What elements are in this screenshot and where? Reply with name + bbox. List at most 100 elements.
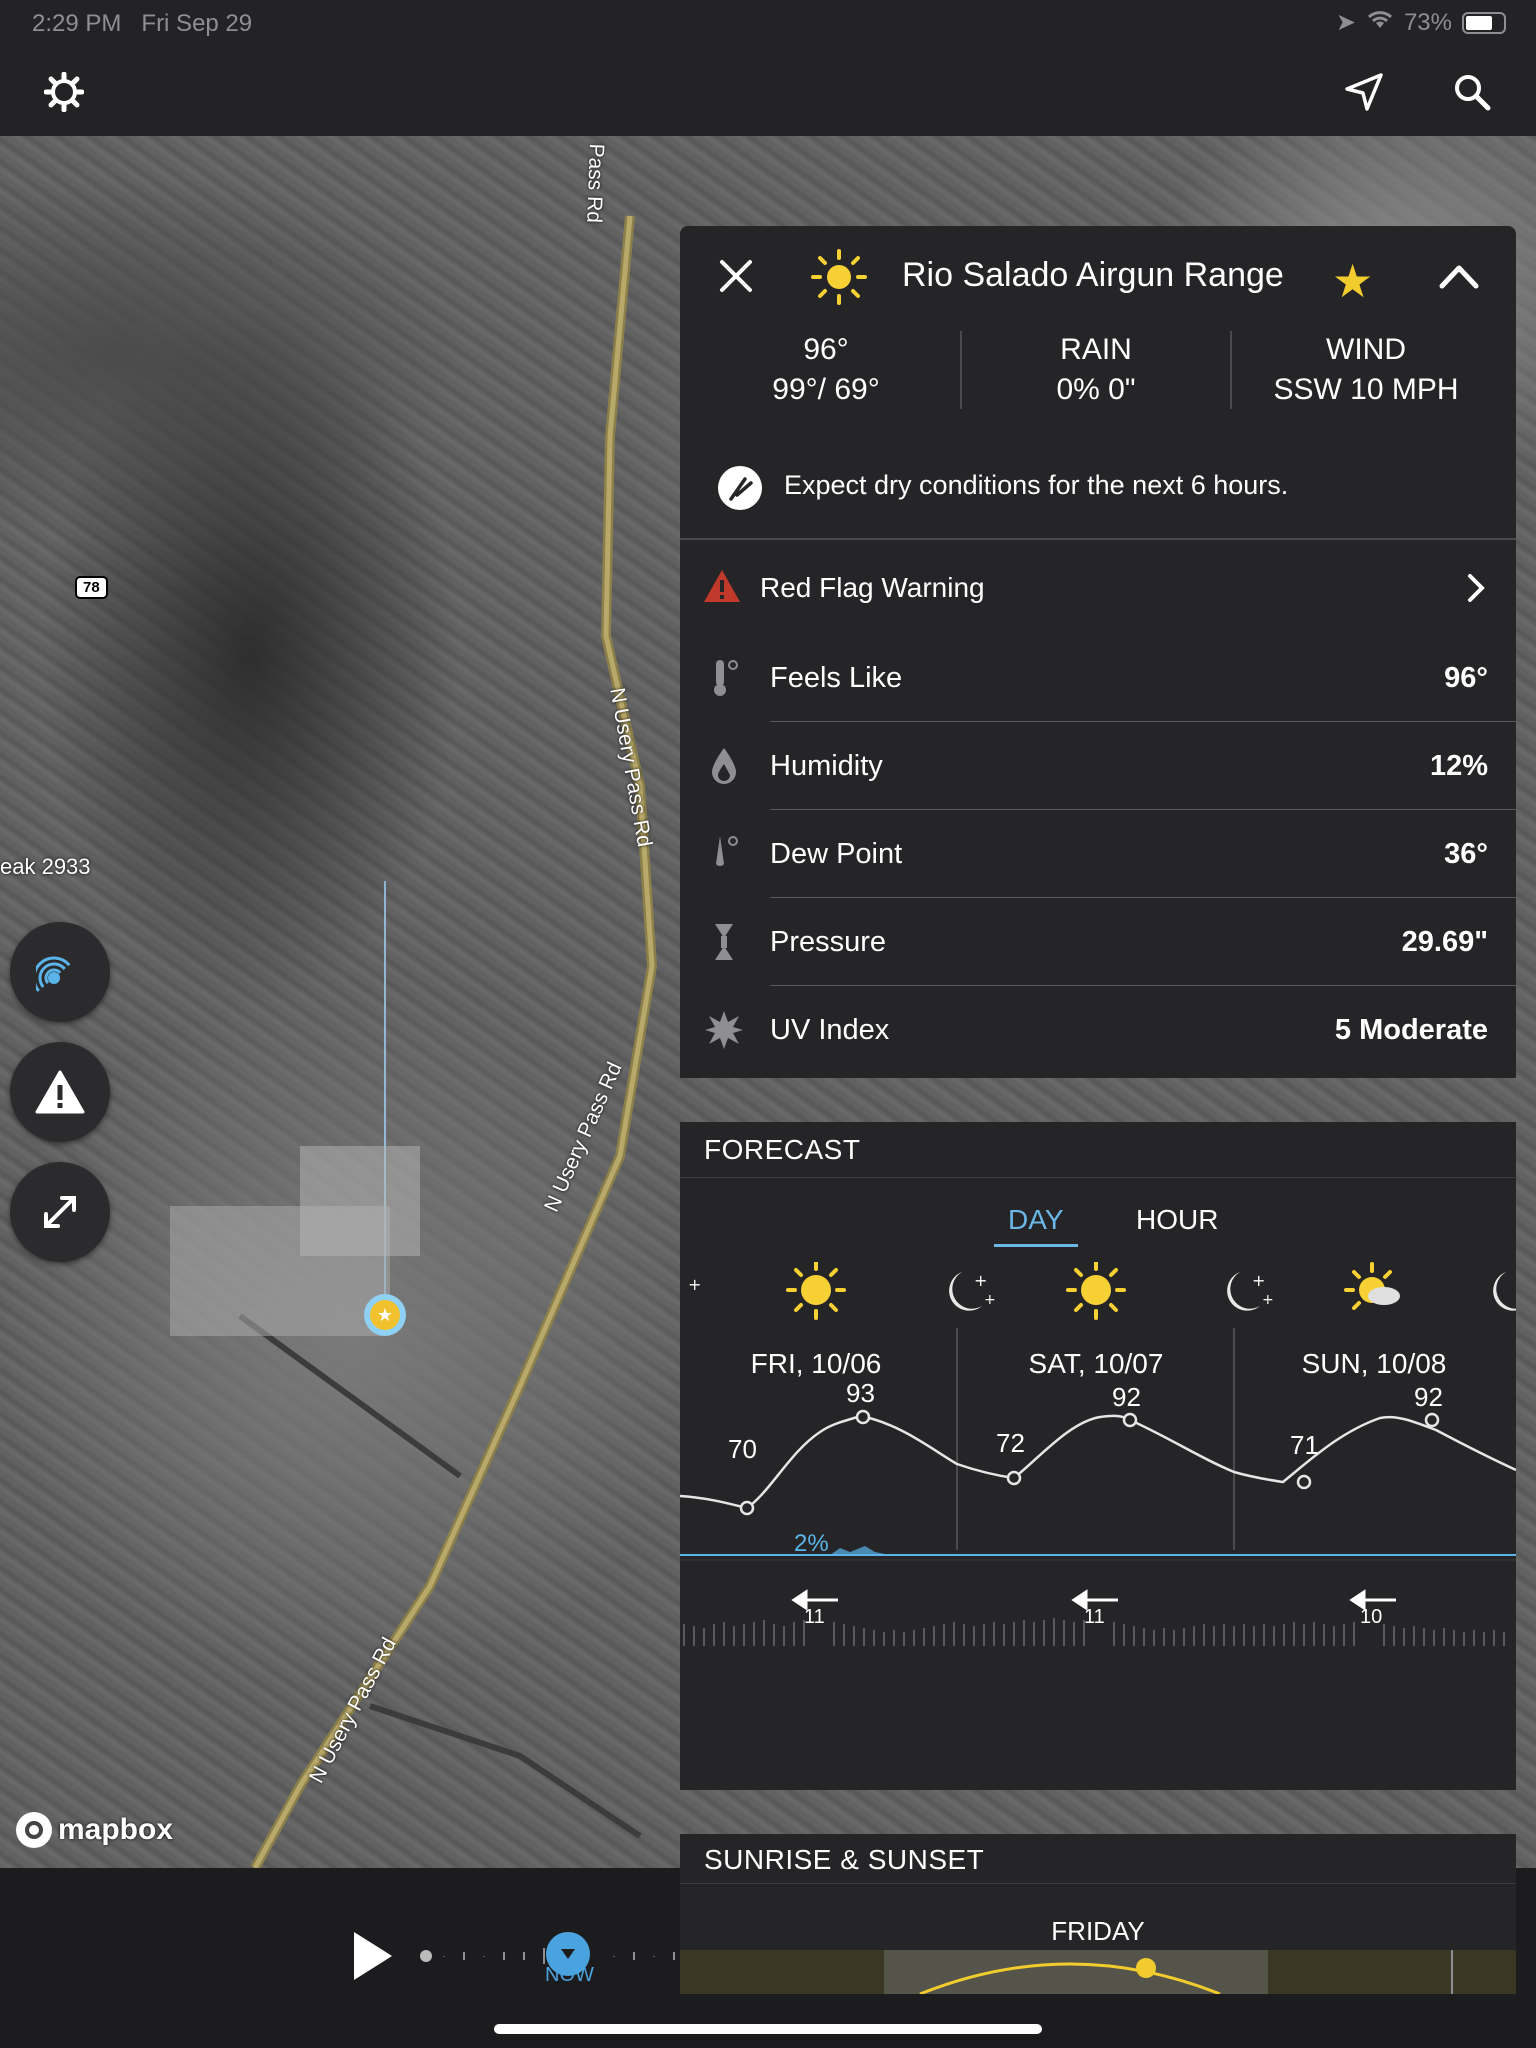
day-label: SUN, 10/08: [1301, 1348, 1447, 1379]
close-icon: [720, 260, 752, 292]
detail-row-pressure: Pressure 29.69": [680, 898, 1516, 986]
detail-label: UV Index: [770, 1014, 890, 1046]
status-bar: 2:29 PM Fri Sep 29 ➤ 73%: [0, 0, 1536, 48]
location-detail-panel: Rio Salado Airgun Range ★ 96° 99°/ 69° R…: [680, 226, 1516, 1078]
search-button[interactable]: [1440, 60, 1504, 124]
my-location-button[interactable]: [1332, 60, 1396, 124]
high-temp-label: 92: [1414, 1382, 1443, 1412]
wind-label: WIND: [1326, 333, 1406, 366]
sun-icon: [810, 248, 868, 311]
tab-day[interactable]: DAY: [994, 1204, 1078, 1247]
day-label: FRI, 10/06: [750, 1348, 882, 1379]
current-temp: 96°: [803, 333, 849, 366]
expand-icon: [44, 1196, 76, 1228]
sun-icon: [1066, 1262, 1126, 1320]
mapbox-wordmark: mapbox: [58, 1813, 174, 1846]
detail-row-dew-point: Dew Point 36°: [680, 810, 1516, 898]
detail-label: Pressure: [770, 926, 887, 958]
chevron-up-icon: [1439, 265, 1479, 289]
wind-speed-label: 11: [804, 1606, 825, 1628]
radar-layer-button[interactable]: [10, 922, 110, 1022]
sunrise-header: SUNRISE & SUNSET: [680, 1834, 1516, 1884]
gear-icon: [44, 72, 84, 112]
day-label: SAT, 10/07: [1028, 1348, 1164, 1379]
detail-value: 12%: [1429, 750, 1488, 782]
svg-text:+: +: [984, 1292, 996, 1308]
radar-icon: [36, 956, 71, 992]
status-time: 2:29 PM Fri Sep 29: [32, 10, 253, 37]
wind-value: SSW 10 MPH: [1273, 373, 1459, 406]
detail-value: 96°: [1444, 662, 1488, 694]
detail-row-feels-like: Feels Like 96°: [680, 634, 1516, 722]
status-right: ➤ 73%: [1336, 8, 1506, 37]
precip-percent-label: 2%: [794, 1530, 829, 1557]
now-label: NOW: [545, 1964, 594, 1986]
detail-row-humidity: Humidity 12%: [680, 722, 1516, 810]
battery-percent: 73%: [1403, 8, 1452, 36]
chevron-right-icon: [1466, 570, 1486, 611]
wind-speed-label: 11: [1084, 1606, 1105, 1628]
top-toolbar: [0, 48, 1536, 136]
detail-row-uv-index: UV Index 5 Moderate: [680, 986, 1516, 1074]
pressure-icon: [704, 922, 744, 962]
location-marker[interactable]: ★: [364, 1294, 406, 1336]
search-icon: [1455, 75, 1491, 111]
alerts-layer-button[interactable]: [10, 1042, 110, 1142]
location-services-icon: ➤: [1335, 9, 1356, 36]
sun-icon: [786, 1262, 846, 1320]
play-icon: [354, 1932, 392, 1980]
expand-button[interactable]: [10, 1162, 110, 1262]
moon-stars-icon: ++: [949, 1271, 996, 1311]
settings-button[interactable]: [32, 60, 96, 124]
detail-label: Feels Like: [770, 662, 903, 694]
play-button[interactable]: [348, 1928, 398, 1984]
svg-text:+: +: [1262, 1292, 1274, 1308]
forecast-card: FORECAST DAY HOUR + + + + + FRI, 10/06 S…: [680, 1122, 1516, 1790]
uv-sun-icon: [704, 1010, 744, 1050]
moon-stars-icon: +: [688, 1275, 701, 1294]
svg-text:+: +: [974, 1271, 987, 1290]
current-stats: 96° 99°/ 69° RAIN 0% 0" WIND SSW 10 MPH: [692, 330, 1500, 410]
precip-check-icon: [718, 466, 762, 510]
wind-speed-label: 10: [1360, 1606, 1383, 1628]
alert-label: Red Flag Warning: [760, 572, 985, 603]
rain-stat: RAIN 0% 0": [962, 330, 1230, 410]
svg-text:+: +: [688, 1275, 701, 1294]
low-temp-label: 70: [728, 1434, 757, 1464]
forecast-chart: + ++ ++: [680, 1262, 1516, 1646]
favorite-star-icon[interactable]: ★: [1332, 254, 1373, 308]
moon-stars-icon: [1493, 1272, 1516, 1311]
temperature-stat: 96° 99°/ 69°: [692, 330, 960, 410]
playback-bar: NOW: [0, 1868, 680, 2048]
moon-stars-icon: ++: [1227, 1271, 1274, 1311]
sunrise-heading: SUNRISE & SUNSET: [704, 1844, 985, 1875]
mapbox-attribution[interactable]: mapbox: [16, 1812, 173, 1848]
triangle-down-icon: [561, 1949, 575, 1959]
detail-value: 36°: [1444, 838, 1488, 870]
route-sign: 78: [75, 576, 108, 599]
detail-value: 29.69": [1401, 926, 1488, 958]
humidity-drop-icon: [704, 746, 744, 786]
low-temp-label: 72: [996, 1428, 1025, 1458]
rain-value: 0% 0": [1056, 373, 1136, 406]
svg-text:+: +: [1252, 1271, 1265, 1290]
hi-lo-temp: 99°/ 69°: [772, 373, 880, 406]
tab-hour[interactable]: HOUR: [1122, 1204, 1232, 1244]
detail-label: Dew Point: [770, 838, 903, 870]
divider: [680, 538, 1516, 540]
battery-icon: [1462, 11, 1506, 34]
close-button[interactable]: [714, 254, 758, 298]
location-arrow-icon: [1345, 73, 1383, 111]
high-temp-label: 93: [846, 1378, 875, 1408]
mapbox-logo-icon: [16, 1812, 52, 1848]
peak-label: eak 2933: [0, 854, 91, 879]
forecast-heading: FORECAST: [704, 1134, 861, 1165]
high-temp-label: 92: [1112, 1382, 1141, 1412]
partly-cloudy-icon: [1344, 1262, 1400, 1310]
precip-message: Expect dry conditions for the next 6 hou…: [784, 470, 1289, 500]
alert-row[interactable]: Red Flag Warning: [680, 544, 1516, 632]
sunrise-sunset-card: SUNRISE & SUNSET FRIDAY: [680, 1834, 1516, 1994]
rain-label: RAIN: [1060, 333, 1132, 366]
collapse-button[interactable]: [1436, 254, 1482, 300]
home-indicator[interactable]: [494, 2024, 1042, 2034]
